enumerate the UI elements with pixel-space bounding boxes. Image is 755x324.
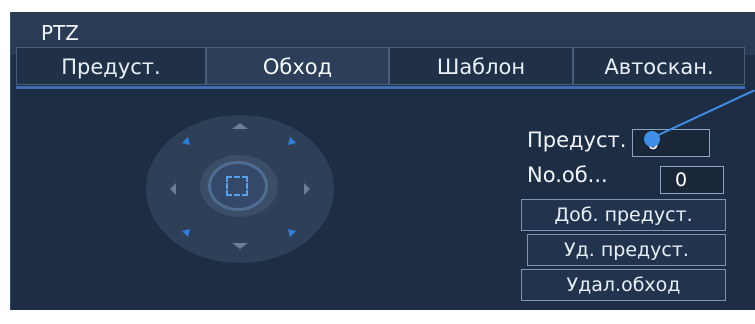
preset-label: Предуст. [527, 128, 627, 152]
tab-tour[interactable]: Обход [206, 47, 389, 85]
callout-dot-icon [644, 131, 660, 147]
delete-tour-button[interactable]: Удал.обход [521, 269, 726, 301]
delete-preset-button[interactable]: Уд. предуст. [527, 234, 726, 266]
tab-bar: Предуст. Обход Шаблон Автоскан. [16, 47, 745, 87]
arrow-left-icon[interactable] [170, 183, 176, 195]
arrow-up-left-icon[interactable] [182, 137, 190, 145]
arrow-right-icon[interactable] [304, 183, 310, 195]
direction-arrows [170, 123, 310, 249]
arrow-up-right-icon[interactable] [288, 137, 296, 145]
tour-no-label: No.об... [527, 163, 608, 187]
arrow-down-left-icon[interactable] [182, 229, 190, 237]
arrow-up-icon[interactable] [232, 123, 248, 129]
tab-underline [16, 86, 745, 89]
tab-autoscan[interactable]: Автоскан. [573, 47, 745, 85]
arrow-down-right-icon[interactable] [288, 229, 296, 237]
tab-preset[interactable]: Предуст. [16, 47, 206, 85]
add-preset-button[interactable]: Доб. предуст. [521, 199, 726, 231]
tab-pattern[interactable]: Шаблон [389, 47, 573, 85]
tour-no-input[interactable]: 0 [660, 166, 724, 194]
arrow-down-icon[interactable] [232, 243, 248, 249]
callout-pointer [644, 90, 755, 147]
